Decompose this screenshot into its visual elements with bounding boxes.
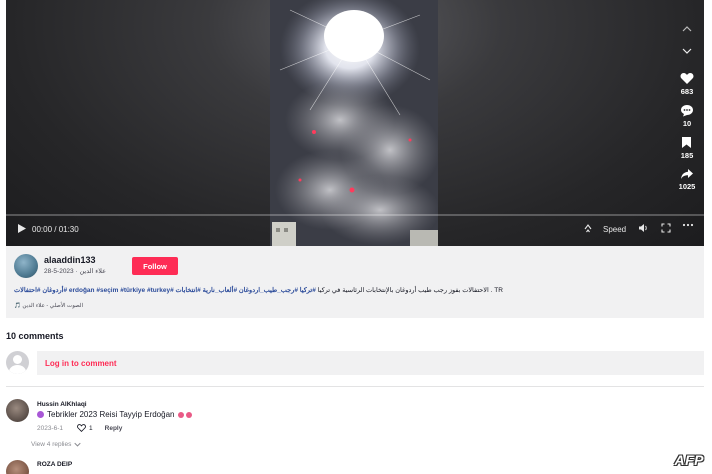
autoscroll-icon xyxy=(584,224,592,233)
hashtag-link[interactable]: #turkey xyxy=(147,287,170,294)
fireworks-image xyxy=(270,0,438,246)
login-to-comment-link[interactable]: Log in to comment xyxy=(45,359,117,368)
flower-emoji-icon xyxy=(37,411,44,418)
time-display: 00:00 / 01:30 xyxy=(32,225,79,234)
music-link[interactable]: الصوت الأصلي - علاء الدين 🎵 xyxy=(14,303,83,309)
like-count: 683 xyxy=(680,87,694,96)
autoscroll-button[interactable] xyxy=(583,223,594,234)
volume-button[interactable] xyxy=(638,223,649,233)
comment-meta: 2023-6-1 1 Reply xyxy=(37,424,122,432)
like-button[interactable]: 683 xyxy=(680,72,694,96)
follow-button[interactable]: Follow xyxy=(132,257,178,275)
heart-icon xyxy=(680,73,694,84)
comment-icon xyxy=(681,105,693,117)
hashtag-link[interactable]: #انتخابات xyxy=(176,287,201,294)
save-button[interactable]: 185 xyxy=(680,136,694,160)
bookmark-icon xyxy=(682,137,692,148)
flower-emoji-icon xyxy=(178,411,185,418)
comment-username[interactable]: Hussin AlKhlaqi xyxy=(37,401,87,408)
hashtag-link[interactable]: #أردوغان xyxy=(42,287,67,294)
previous-video-button[interactable] xyxy=(680,22,694,36)
afp-watermark: AFP xyxy=(674,452,704,468)
comment-like-button[interactable]: 1 xyxy=(77,424,93,432)
comment-count: 10 xyxy=(682,119,692,128)
share-count: 1025 xyxy=(678,182,696,191)
hashtag-link[interactable]: #ألعاب_نارية xyxy=(203,287,237,294)
save-count: 185 xyxy=(680,151,694,160)
current-user-avatar xyxy=(6,351,29,374)
side-action-bar: 683 10 185 1025 xyxy=(670,22,704,199)
reply-button[interactable]: Reply xyxy=(105,425,123,432)
video-frame[interactable] xyxy=(270,0,438,246)
avatar-body-shape xyxy=(9,365,26,374)
comment-text-content: Tebrikler 2023 Reisi Tayyip Erdoğan xyxy=(47,410,175,419)
comment-like-count: 1 xyxy=(89,424,93,432)
comment-avatar[interactable] xyxy=(6,460,29,474)
progress-bar[interactable] xyxy=(6,214,704,216)
heart-outline-icon xyxy=(77,424,86,432)
volume-icon xyxy=(639,224,647,232)
more-dots-icon xyxy=(682,223,694,227)
tiktok-video-page: 683 10 185 1025 00:00 / 01:30 Speed alaa… xyxy=(0,0,712,474)
comments-count-heading: 10 comments xyxy=(6,331,64,341)
comment-button[interactable]: 10 xyxy=(680,104,694,128)
comment-username[interactable]: ROZA DEIP xyxy=(37,461,72,468)
view-replies-button[interactable]: View 4 replies xyxy=(31,441,82,448)
hashtag-link[interactable]: #رجب_طيب_اردوغان xyxy=(239,287,298,294)
author-username[interactable]: alaaddin133 xyxy=(44,255,96,265)
comment-text: Tebrikler 2023 Reisi Tayyip Erdoğan xyxy=(37,410,193,419)
share-button[interactable]: 1025 xyxy=(678,168,696,191)
play-icon xyxy=(18,224,26,233)
play-button[interactable] xyxy=(17,223,27,234)
chevron-down-icon xyxy=(682,48,692,54)
divider xyxy=(6,386,704,387)
chevron-up-icon xyxy=(682,26,692,32)
author-nickname-date: علاء الدين · 2023-5-28 xyxy=(44,268,107,275)
next-video-button[interactable] xyxy=(680,44,694,58)
comment-avatar[interactable] xyxy=(6,399,29,422)
fullscreen-icon xyxy=(661,223,671,233)
hashtag-link[interactable]: #احتفالات xyxy=(14,287,41,294)
speed-button[interactable]: Speed xyxy=(603,225,626,234)
video-description: TR . الاحتفالات بفوز رجب طيب أردوغان بال… xyxy=(14,286,536,296)
flower-emoji-icon xyxy=(186,411,193,418)
more-options-button[interactable] xyxy=(682,223,694,227)
comment-login-box[interactable]: Log in to comment xyxy=(37,351,704,375)
hashtag-link[interactable]: #seçim xyxy=(96,287,118,294)
author-avatar[interactable] xyxy=(14,254,38,278)
hashtag-link[interactable]: #türkiye xyxy=(120,287,145,294)
comment-date: 2023-6-1 xyxy=(37,424,64,432)
player-controls: 00:00 / 01:30 Speed xyxy=(6,214,704,246)
hashtag-link[interactable]: #تركيا xyxy=(300,287,316,294)
video-player[interactable]: 683 10 185 1025 00:00 / 01:30 Speed xyxy=(6,0,704,246)
view-replies-label: View 4 replies xyxy=(31,441,72,448)
chevron-down-icon xyxy=(74,442,82,447)
avatar-head-shape xyxy=(13,355,22,364)
share-arrow-icon xyxy=(681,169,693,179)
fullscreen-button[interactable] xyxy=(661,223,671,233)
description-text: TR . الاحتفالات بفوز رجب طيب أردوغان بال… xyxy=(317,287,503,294)
author-card: alaaddin133 علاء الدين · 2023-5-28 Follo… xyxy=(6,246,704,318)
